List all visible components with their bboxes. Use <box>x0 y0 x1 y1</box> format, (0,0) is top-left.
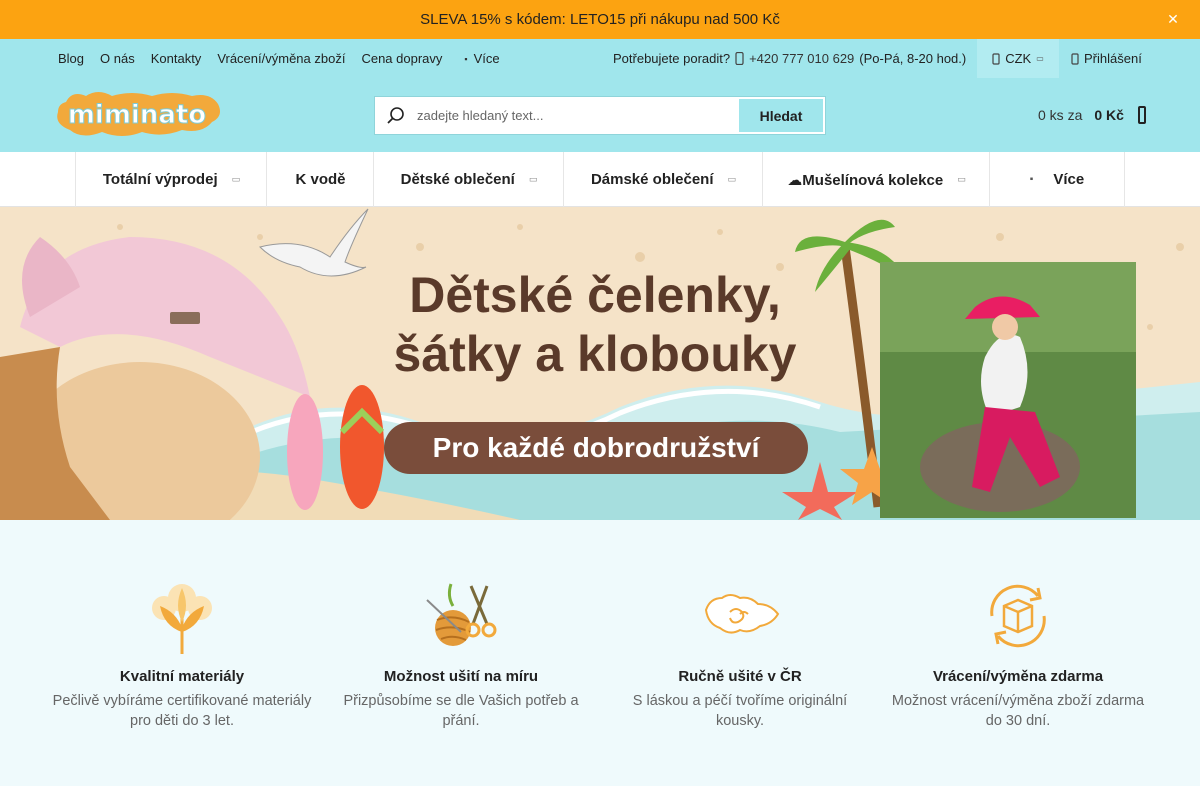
czech-map-icon <box>704 594 780 634</box>
cotton-icon <box>152 584 212 654</box>
logo-text: miminato <box>68 100 206 130</box>
category-kids-clothing[interactable]: Dětské oblečení ▭ <box>373 152 564 207</box>
site-header: miminato Hledat 0 ks za 0 Kč <box>0 78 1200 152</box>
feature-title: Kvalitní materiály <box>119 668 245 685</box>
category-water[interactable]: K vodě <box>266 152 374 207</box>
category-more[interactable]: ▪ Více <box>989 152 1125 207</box>
feature-custom-sewing: Možnost ušití na míru Přizpůsobíme se dl… <box>321 520 601 731</box>
features-section: Kvalitní materiály Pečlivě vybíráme cert… <box>0 520 1200 786</box>
cart-count: 0 ks za <box>1038 107 1083 123</box>
banner-tagline: Pro každé dobrodružství <box>384 422 808 474</box>
login-link[interactable]: Přihlášení <box>1071 39 1142 78</box>
chevron-down-icon: ▭ <box>727 174 737 184</box>
phone-link[interactable]: +420 777 010 629 <box>749 51 854 66</box>
user-icon <box>1071 52 1079 65</box>
category-nav: Totální výprodej ▭ K vodě Dětské oblečen… <box>0 152 1200 207</box>
top-nav: Blog O nás Kontakty Vrácení/výměna zboží… <box>0 39 1200 78</box>
search-button[interactable]: Hledat <box>739 99 823 132</box>
feature-title: Vrácení/výměna zdarma <box>932 668 1104 685</box>
category-muslin[interactable]: ☁Mušelínová kolekce ▭ <box>762 152 990 207</box>
dots-icon: ▪ <box>464 53 468 64</box>
search-bar: Hledat <box>374 96 826 135</box>
topnav-link-returns[interactable]: Vrácení/výměna zboží <box>217 51 345 66</box>
currency-select[interactable]: CZK ▭ <box>977 39 1059 78</box>
chevron-down-icon: ▭ <box>528 174 538 184</box>
phone-icon <box>735 52 744 65</box>
help-contact: Potřebujete poradit? +420 777 010 629 (P… <box>613 39 966 78</box>
category-women-clothing[interactable]: Dámské oblečení ▭ <box>563 152 763 207</box>
topnav-link-contacts[interactable]: Kontakty <box>151 51 202 66</box>
category-label: K vodě <box>295 171 346 188</box>
category-label: Dětské oblečení <box>400 171 515 188</box>
feature-title: Ručně ušité v ČR <box>678 668 802 685</box>
banner-headline: Dětské čelenky, šátky a klobouky <box>320 266 870 384</box>
cart[interactable]: 0 ks za 0 Kč <box>1038 105 1146 125</box>
chevron-down-icon: ▭ <box>231 174 241 184</box>
topnav-more-label: Více <box>473 51 500 66</box>
topnav-more[interactable]: ▪ Více <box>464 51 499 66</box>
close-icon[interactable]: ✕ <box>1166 11 1180 27</box>
currency-label: CZK <box>1005 51 1032 66</box>
category-label: Dámské oblečení <box>590 171 714 188</box>
cart-total: 0 Kč <box>1094 107 1124 123</box>
topnav-link-blog[interactable]: Blog <box>58 51 84 66</box>
search-input[interactable] <box>417 97 739 134</box>
feature-quality-materials: Kvalitní materiály Pečlivě vybíráme cert… <box>42 520 322 731</box>
feature-description: Pečlivě vybíráme certifikované materiály… <box>52 693 312 729</box>
promo-text: SLEVA 15% s kódem: LETO15 při nákupu nad… <box>420 11 780 28</box>
feature-title: Možnost ušití na míru <box>383 668 539 685</box>
feature-description: Možnost vrácení/výměna zboží zdarma do 3… <box>891 693 1145 729</box>
sewing-icon <box>426 583 497 646</box>
topnav-link-shipping[interactable]: Cena dopravy <box>361 51 442 66</box>
banner-headline-line1: Dětské čelenky, <box>409 267 781 323</box>
help-hours: (Po-Pá, 8-20 hod.) <box>859 51 967 66</box>
logo-image: miminato <box>57 92 221 136</box>
hero-banner[interactable]: Dětské čelenky, šátky a klobouky Pro kaž… <box>0 207 1200 520</box>
chevron-down-icon: ▭ <box>957 174 966 184</box>
category-label: Více <box>1053 171 1085 188</box>
login-label: Přihlášení <box>1084 51 1142 66</box>
chevron-down-icon: ▭ <box>1036 54 1044 63</box>
menu-icon: ▪ <box>1029 174 1034 185</box>
category-label: ☁Mušelínová kolekce <box>787 171 944 189</box>
topnav-link-about[interactable]: O nás <box>100 51 135 66</box>
coin-icon <box>992 52 1000 65</box>
cart-icon <box>1137 106 1146 124</box>
feature-handmade-cz: Ručně ušité v ČR S láskou a péčí tvoříme… <box>600 520 880 731</box>
promo-bar: SLEVA 15% s kódem: LETO15 při nákupu nad… <box>0 0 1200 39</box>
feature-description: S láskou a péčí tvoříme originální kousk… <box>632 693 848 729</box>
banner-headline-line2: šátky a klobouky <box>393 326 797 382</box>
search-icon <box>375 97 417 134</box>
logo[interactable]: miminato <box>52 88 222 142</box>
feature-free-returns: Vrácení/výměna zdarma Možnost vrácení/vý… <box>878 520 1158 731</box>
feature-description: Přizpůsobíme se dle Vašich potřeb a přán… <box>343 693 579 729</box>
help-label: Potřebujete poradit? <box>613 51 731 66</box>
return-box-icon <box>990 584 1046 648</box>
category-clearance[interactable]: Totální výprodej ▭ <box>75 152 267 207</box>
category-label: Totální výprodej <box>102 171 218 188</box>
